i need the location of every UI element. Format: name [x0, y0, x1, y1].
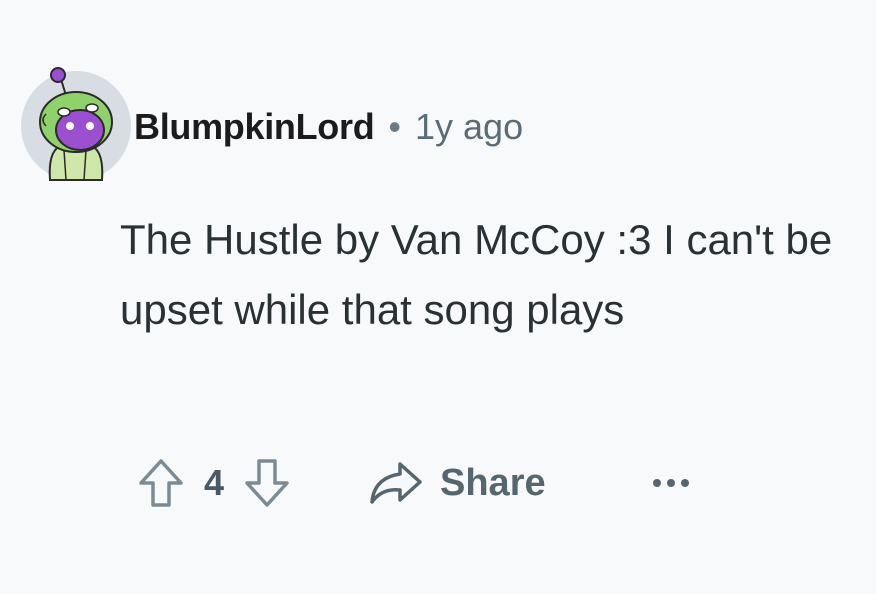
avatar-icon: [21, 67, 131, 181]
downvote-button[interactable]: [236, 452, 298, 514]
comment-author[interactable]: BlumpkinLord: [134, 106, 375, 148]
more-options-button[interactable]: [646, 458, 696, 508]
meta-separator: •: [388, 106, 401, 147]
downvote-arrow-icon: [245, 459, 289, 507]
share-button[interactable]: Share: [368, 460, 546, 506]
comment-header: BlumpkinLord • 1y ago: [20, 62, 523, 182]
avatar[interactable]: [20, 62, 132, 182]
comment-action-bar: 4 Share: [130, 448, 696, 518]
comment: BlumpkinLord • 1y ago The Hustle by Van …: [0, 0, 876, 594]
vote-score: 4: [203, 462, 225, 503]
ellipsis-icon: [652, 479, 689, 487]
share-arrow-icon: [370, 462, 422, 504]
upvote-arrow-icon: [139, 459, 183, 507]
share-label: Share: [440, 461, 546, 504]
comment-body: The Hustle by Van McCoy :3 I can't be up…: [120, 216, 833, 333]
upvote-button[interactable]: [130, 452, 192, 514]
comment-timestamp[interactable]: 1y ago: [415, 106, 523, 148]
